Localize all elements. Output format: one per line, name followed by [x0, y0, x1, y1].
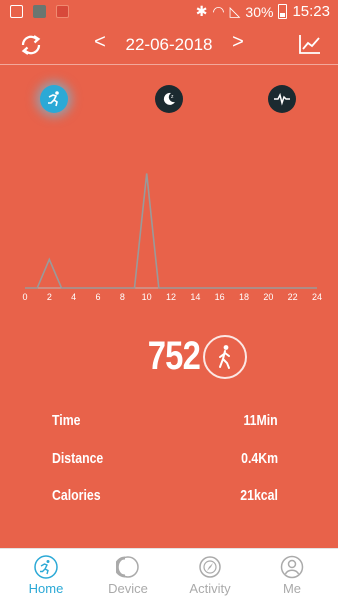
tab-label: Me — [282, 581, 302, 596]
x-tick-label: 10 — [142, 292, 152, 302]
app-notification-icon — [33, 5, 46, 18]
wifi-icon: ◠ — [212, 3, 225, 19]
previous-day-button[interactable]: < — [90, 31, 110, 54]
notification-icons — [10, 5, 69, 18]
stat-distance: Distance 0.4Km — [52, 450, 278, 470]
watch-icon — [116, 556, 139, 578]
step-count: 752 — [147, 334, 201, 378]
tab-home[interactable]: Home — [4, 549, 88, 600]
sleep-mode-button[interactable]: z — [155, 85, 183, 113]
x-tick-label: 18 — [239, 292, 249, 302]
x-tick-label: 16 — [215, 292, 225, 302]
stat-value: 0.4Km — [241, 450, 278, 467]
stat-value: 21kcal — [240, 487, 278, 504]
stat-label: Distance — [52, 450, 104, 467]
current-date[interactable]: 22-06-2018 — [110, 35, 228, 55]
running-icon — [34, 555, 58, 579]
sync-icon[interactable] — [18, 32, 44, 58]
trend-chart-icon[interactable] — [298, 33, 322, 55]
user-icon — [280, 555, 304, 579]
tab-label: Device — [108, 581, 148, 596]
next-day-button[interactable]: > — [228, 31, 248, 54]
steps-badge — [203, 335, 247, 379]
stat-time: Time 11Min — [52, 412, 278, 432]
tab-label: Home — [28, 581, 64, 596]
activity-series-line — [25, 173, 317, 289]
no-signal-icon: ◺ — [229, 3, 241, 19]
bottom-tab-bar: Home Device Activity Me — [0, 548, 338, 600]
status-bar: ✱ ◠ ◺ 30% 15:23 — [0, 0, 338, 24]
stat-calories: Calories 21kcal — [52, 487, 278, 507]
clock: 15:23 — [292, 3, 330, 20]
tab-me[interactable]: Me — [250, 549, 334, 600]
running-icon — [48, 91, 59, 107]
bluetooth-icon: ✱ — [195, 3, 208, 19]
x-tick-label: 8 — [120, 292, 125, 302]
tab-label: Activity — [189, 581, 231, 596]
heart-rate-mode-button[interactable] — [268, 85, 296, 113]
header-divider — [0, 64, 338, 65]
date-header: < 22-06-2018 > — [0, 24, 338, 64]
x-tick-label: 2 — [47, 292, 52, 302]
image-notification-icon — [10, 5, 23, 18]
x-tick-label: 22 — [288, 292, 298, 302]
activity-mode-button[interactable] — [40, 85, 68, 113]
app-notification-icon — [56, 5, 69, 18]
x-tick-label: 6 — [95, 292, 100, 302]
battery-percent: 30% — [245, 3, 274, 20]
x-tick-label: 4 — [71, 292, 76, 302]
moon-icon: z — [163, 92, 175, 105]
x-tick-label: 14 — [190, 292, 200, 302]
x-tick-label: 24 — [312, 292, 322, 302]
tab-device[interactable]: Device — [86, 549, 170, 600]
x-tick-label: 12 — [166, 292, 176, 302]
x-tick-label: 20 — [263, 292, 273, 302]
walking-icon — [219, 345, 230, 369]
tab-activity[interactable]: Activity — [168, 549, 252, 600]
stat-label: Calories — [52, 487, 101, 504]
activity-chart: 0 2 4 6 8 10 12 14 16 18 20 22 24 — [22, 173, 322, 302]
compass-icon — [199, 556, 221, 578]
stat-value: 11Min — [243, 412, 278, 429]
svg-text:z: z — [171, 94, 174, 100]
heartbeat-icon — [274, 92, 290, 106]
battery-icon — [278, 4, 288, 19]
x-tick-label: 0 — [22, 292, 27, 302]
stat-label: Time — [52, 412, 81, 429]
